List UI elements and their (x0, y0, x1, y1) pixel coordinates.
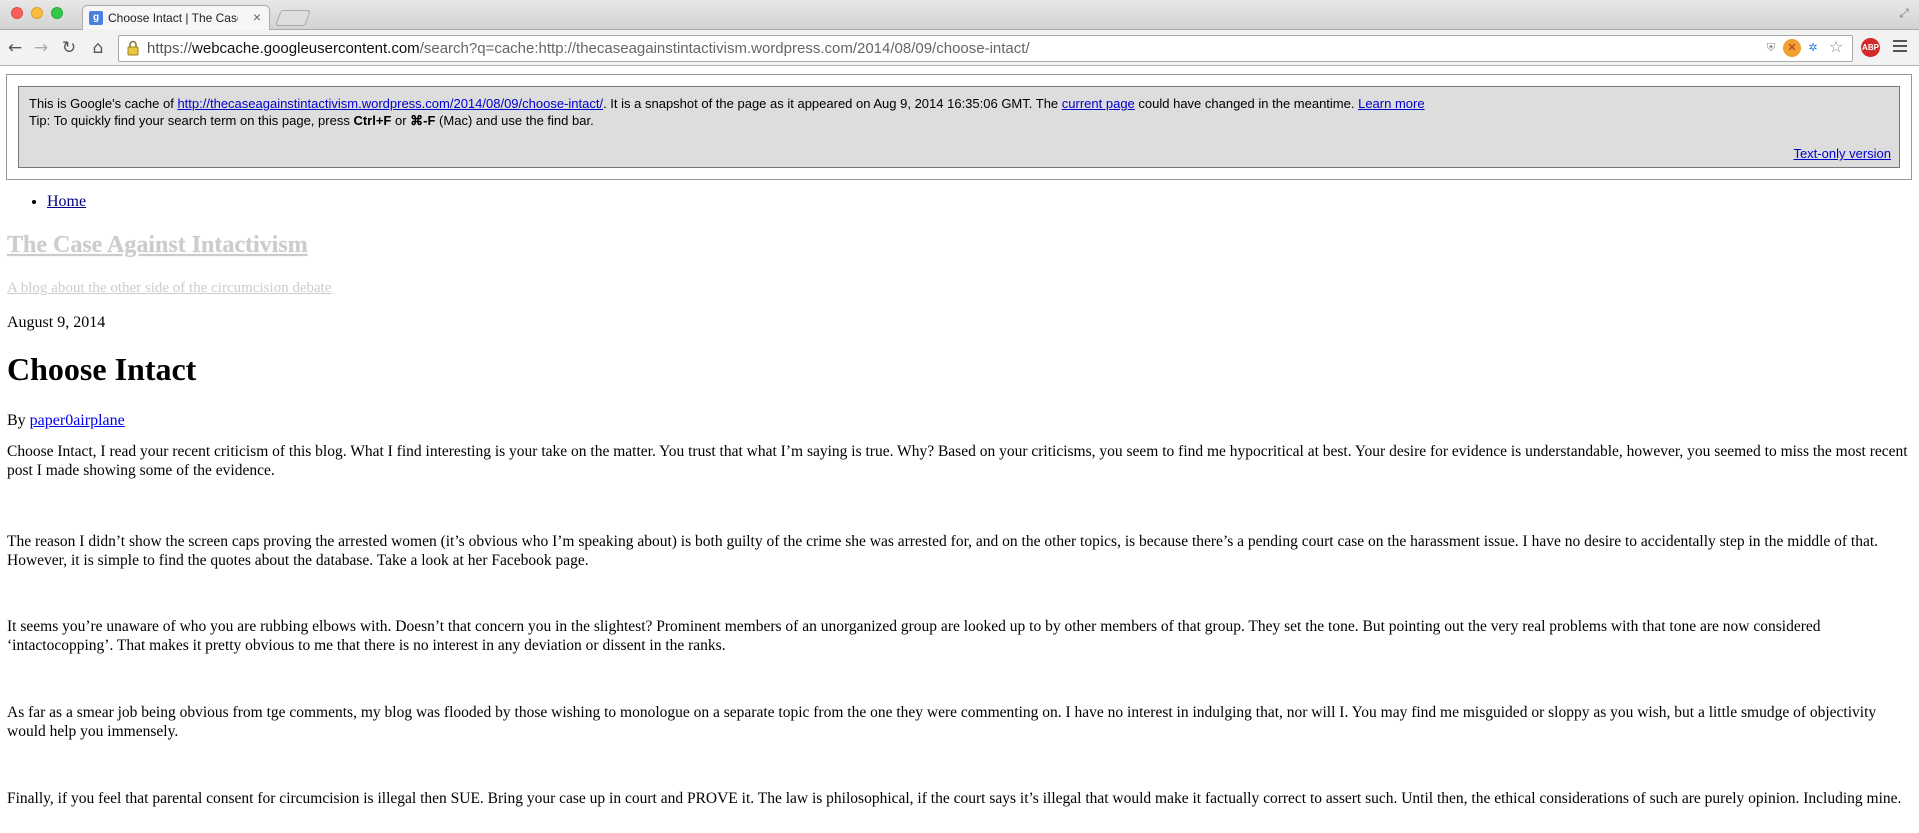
home-icon[interactable]: ⌂ (87, 38, 109, 60)
bookmark-star-icon[interactable]: ☆ (1827, 38, 1845, 56)
snapshot-text: . It is a snapshot of the page as it app… (603, 96, 1062, 111)
changed-text: could have changed in the meantime. (1134, 96, 1359, 111)
tip-key-cmd-f: ⌘-F (410, 113, 436, 128)
cached-url-link[interactable]: http://thecaseagainstintactivism.wordpre… (177, 96, 603, 111)
cookie-extension-icon[interactable]: ✕ (1783, 39, 1801, 57)
post-paragraph: Finally, if you feel that parental conse… (7, 790, 1902, 807)
shield-extension-icon[interactable]: ⛨ (1762, 39, 1780, 57)
tip-suffix: (Mac) and use the find bar. (435, 113, 594, 128)
post-paragraph: Choose Intact, I read your recent critic… (7, 443, 1908, 479)
text-only-version-link[interactable]: Text-only version (1793, 146, 1891, 161)
post-title: Choose Intact (7, 351, 197, 387)
post-paragraph: The reason I didn’t show the screen caps… (7, 533, 1879, 569)
reload-icon[interactable]: ↻ (58, 38, 80, 60)
tab-close-icon[interactable]: × (253, 9, 261, 25)
back-arrow-icon[interactable]: ← (4, 38, 26, 60)
nav-menu: Home (47, 193, 86, 211)
author-link[interactable]: paper0airplane (30, 412, 125, 429)
browser-toolbar: ← → ↻ ⌂ https://webcache.googleuserconte… (0, 30, 1919, 66)
tip-key-ctrl-f: Ctrl+F (353, 113, 392, 128)
current-page-link[interactable]: current page (1062, 96, 1135, 111)
lock-icon (127, 40, 139, 56)
home-link[interactable]: Home (47, 193, 86, 210)
learn-more-link[interactable]: Learn more (1358, 96, 1424, 111)
close-window-button[interactable] (11, 7, 23, 19)
cache-banner-inner: This is Google's cache of http://thecase… (18, 86, 1900, 168)
site-description-link[interactable]: A blog about the other side of the circu… (7, 280, 332, 297)
site-title-link[interactable]: The Case Against Intactivism (7, 232, 308, 259)
google-favicon-icon: g (89, 11, 103, 25)
post-date: August 9, 2014 (7, 314, 106, 331)
window-titlebar: g Choose Intact | The Case A × ⤢ (0, 0, 1919, 31)
address-bar[interactable]: https://webcache.googleusercontent.com/s… (118, 35, 1853, 62)
tip-or: or (391, 113, 411, 128)
fullscreen-icon[interactable]: ⤢ (1899, 6, 1909, 21)
network-extension-icon[interactable]: ✲ (1804, 39, 1822, 57)
tip-prefix: Tip: To quickly find your search term on… (29, 113, 354, 128)
cache-intro-text: This is Google's cache of (29, 96, 178, 111)
by-label: By (7, 412, 30, 429)
cache-info-line: This is Google's cache of http://thecase… (29, 96, 1425, 111)
post-byline: By paper0airplane (7, 412, 125, 430)
browser-menu-icon[interactable] (1893, 40, 1907, 55)
minimize-window-button[interactable] (31, 7, 43, 19)
adblock-plus-icon[interactable]: ABP (1861, 38, 1880, 57)
forward-arrow-icon[interactable]: → (30, 38, 52, 60)
tab-title: Choose Intact | The Case A (108, 11, 238, 25)
nav-item-home: Home (47, 193, 86, 211)
post-paragraph: As far as a smear job being obvious from… (7, 704, 1877, 740)
zoom-window-button[interactable] (51, 7, 63, 19)
tab-active[interactable]: g Choose Intact | The Case A × (82, 5, 270, 31)
cache-banner: This is Google's cache of http://thecase… (6, 74, 1912, 180)
post-paragraph: It seems you’re unaware of who you are r… (7, 618, 1821, 654)
cache-tip-line: Tip: To quickly find your search term on… (29, 113, 594, 129)
new-tab-button[interactable] (275, 10, 311, 26)
url-text: https://webcache.googleusercontent.com/s… (147, 40, 1030, 57)
